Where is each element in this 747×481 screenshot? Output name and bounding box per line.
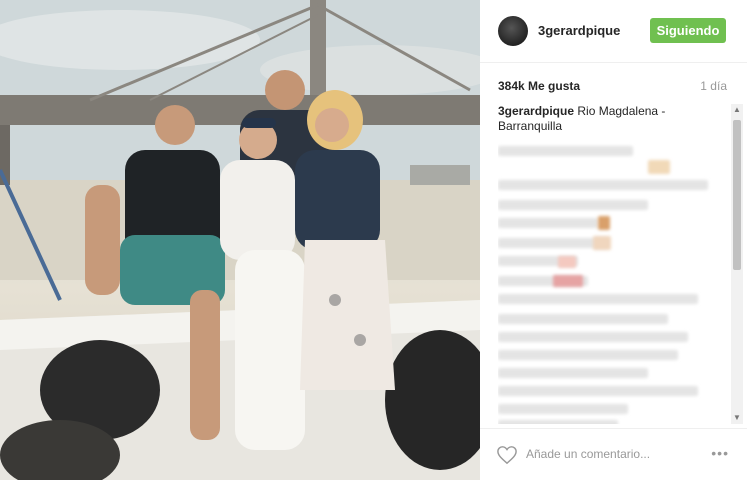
blurred-comment <box>498 180 708 190</box>
comments-scrollbar[interactable]: ▲ ▼ <box>731 104 743 424</box>
blurred-comment <box>498 146 633 156</box>
likes-count[interactable]: 384k Me gusta <box>498 79 580 93</box>
blurred-comment <box>498 332 688 342</box>
post-header: 3gerardpique Siguiendo <box>480 0 747 63</box>
blurred-comment <box>498 386 698 396</box>
blurred-comment <box>498 350 678 360</box>
post-footer: Añade un comentario... ••• <box>480 428 747 481</box>
blurred-comment <box>498 238 608 248</box>
blurred-comment <box>498 200 648 210</box>
post-details-panel: 3gerardpique Siguiendo 384k Me gusta 1 d… <box>480 0 747 480</box>
blurred-emoji <box>648 160 670 174</box>
photo-illustration <box>0 0 480 480</box>
following-button[interactable]: Siguiendo <box>650 18 726 43</box>
post-time[interactable]: 1 día <box>700 79 727 93</box>
blurred-comment <box>498 218 598 228</box>
blurred-emoji <box>598 216 610 230</box>
blurred-emoji <box>593 236 611 250</box>
blurred-comment <box>498 368 648 378</box>
comments-list[interactable]: 3gerardpique Rio Magdalena - Barranquill… <box>498 104 728 424</box>
heart-icon[interactable] <box>496 445 518 465</box>
blurred-comment <box>498 420 618 424</box>
caption: 3gerardpique Rio Magdalena - Barranquill… <box>498 104 728 134</box>
more-options-icon[interactable]: ••• <box>711 445 729 461</box>
blurred-comment <box>498 404 628 414</box>
scroll-up-icon[interactable]: ▲ <box>731 104 743 116</box>
blurred-emoji <box>553 275 583 287</box>
post-photo <box>0 0 480 480</box>
blurred-comment <box>498 294 698 304</box>
blurred-emoji <box>558 256 576 268</box>
avatar[interactable] <box>498 16 528 46</box>
blurred-comment <box>498 314 668 324</box>
scrollbar-thumb[interactable] <box>733 120 741 270</box>
username-link[interactable]: 3gerardpique <box>538 23 620 38</box>
caption-username[interactable]: 3gerardpique <box>498 104 574 118</box>
add-comment-input[interactable]: Añade un comentario... <box>526 447 650 461</box>
scroll-down-icon[interactable]: ▼ <box>731 412 743 424</box>
